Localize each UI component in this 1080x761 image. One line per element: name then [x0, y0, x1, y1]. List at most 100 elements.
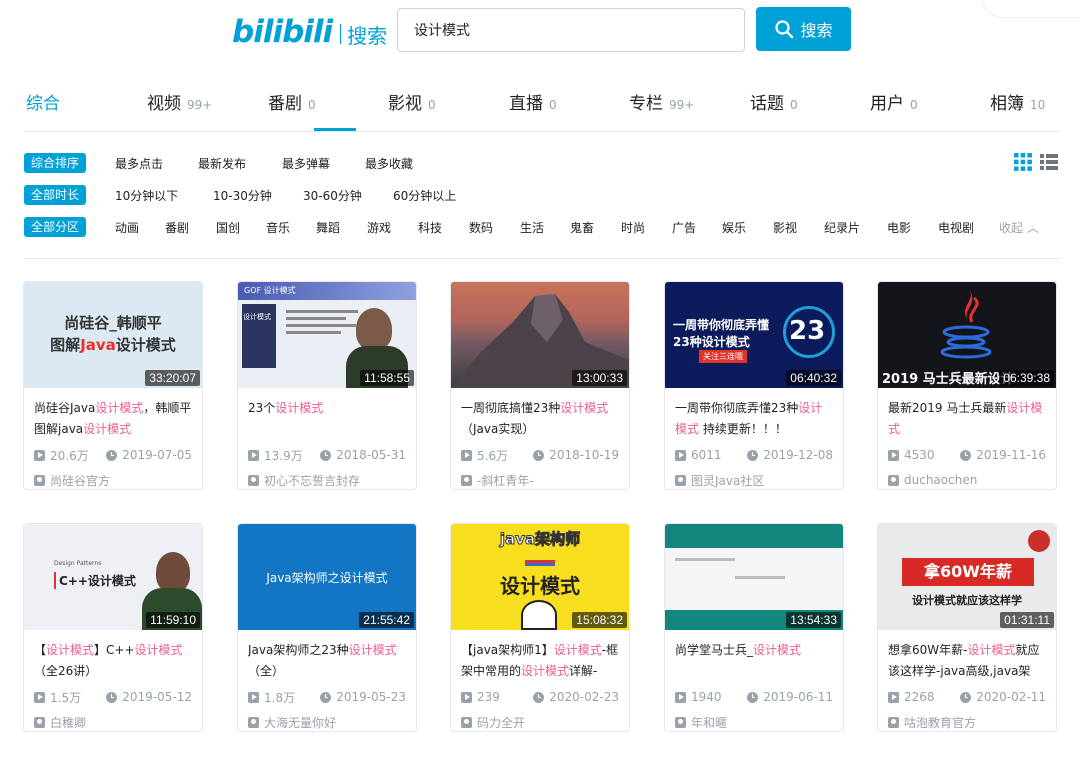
video-thumbnail[interactable]: Design Patterns C++设计模式 11:59:10	[24, 524, 202, 630]
video-card[interactable]: 一周带你彻底弄懂 23种设计模式 23 关注三连哦 06:40:32 一周带你彻…	[664, 281, 844, 490]
tab-article[interactable]: 专栏 99+	[629, 89, 694, 119]
zone-filter-item[interactable]: 动画	[115, 219, 139, 236]
play-icon	[888, 449, 899, 461]
zone-filter-item[interactable]: 鬼畜	[570, 219, 594, 236]
video-meta: 4530 2019-11-16	[888, 446, 1046, 464]
search-icon	[775, 20, 794, 39]
zone-filter-selected[interactable]: 全部分区	[24, 217, 87, 237]
zone-filter-item[interactable]: 游戏	[367, 219, 391, 236]
video-card[interactable]: Design Patterns C++设计模式 11:59:10 【设计模式】C…	[23, 523, 203, 732]
title-keyword: 设计模式	[560, 401, 609, 415]
video-thumbnail[interactable]: GOF 设计模式 设计模式 11:58:55	[238, 282, 416, 388]
zone-filter-item[interactable]: 音乐	[266, 219, 290, 236]
zone-filter-item[interactable]: 电影	[887, 219, 911, 236]
video-thumbnail[interactable]: 13:54:33	[665, 524, 843, 630]
tab-video[interactable]: 视频 99+	[147, 89, 212, 119]
video-thumbnail[interactable]: java架构师 设计模式 15:08:32	[451, 524, 629, 630]
title-keyword: 设计模式	[83, 422, 132, 436]
video-thumbnail[interactable]: 尚硅谷_韩顺平 图解Java设计模式 33:20:07	[24, 282, 202, 388]
video-title[interactable]: 最新2019 马士兵最新设计模式	[888, 398, 1046, 440]
play-count: 2268	[888, 690, 960, 704]
video-title[interactable]: Java架构师之23种设计模式 （全）	[248, 640, 406, 682]
video-card[interactable]: GOF 设计模式 设计模式 11:58:55 23个设计模式 13.9万 201…	[237, 281, 417, 490]
zone-filter-item[interactable]: 番剧	[165, 219, 189, 236]
zone-filter-item[interactable]: 娱乐	[722, 219, 746, 236]
bilibili-logo[interactable]: bilibili 搜索	[232, 14, 387, 50]
tab-album[interactable]: 相簿 10	[990, 89, 1045, 119]
video-title[interactable]: 【java架构师1】设计模式-框架中常用的设计模式详解-	[461, 640, 619, 682]
zone-filter-item[interactable]: 数码	[469, 219, 493, 236]
duration-filter-selected[interactable]: 全部时长	[24, 185, 87, 205]
grid-view-icon[interactable]	[1014, 153, 1032, 171]
uploader[interactable]: duchaochen	[888, 471, 1046, 489]
video-card[interactable]: Java架构师之设计模式 21:55:42 Java架构师之23种设计模式 （全）…	[237, 523, 417, 732]
uploader[interactable]: 初心不忘誓言封存	[248, 471, 406, 489]
uploader[interactable]: -斜杠青年-	[461, 471, 619, 489]
video-title[interactable]: 尚硅谷Java设计模式，韩顺平图解java设计模式	[34, 398, 192, 440]
order-filter-item[interactable]: 最多弹幕	[282, 155, 330, 172]
uploader[interactable]: 码力全开	[461, 713, 619, 731]
zone-filter-item[interactable]: 生活	[520, 219, 544, 236]
video-title[interactable]: 【设计模式】C++设计模式（全26讲）	[34, 640, 192, 682]
play-count: 239	[461, 690, 533, 704]
zone-filter-item[interactable]: 舞蹈	[316, 219, 340, 236]
uploader-name: duchaochen	[904, 473, 978, 487]
video-title[interactable]: 一周带你彻底弄懂23种设计模式 持续更新！！！	[675, 398, 833, 440]
order-filter-selected[interactable]: 综合排序	[24, 153, 87, 173]
video-card[interactable]: 尚硅谷_韩顺平 图解Java设计模式 33:20:07 尚硅谷Java设计模式，…	[23, 281, 203, 490]
duration-filter-item[interactable]: 30-60分钟	[303, 187, 362, 204]
zone-filter-item[interactable]: 电视剧	[938, 219, 974, 236]
upload-date-value: 2018-10-19	[549, 448, 619, 462]
video-thumbnail[interactable]: 13:00:33	[451, 282, 629, 388]
tab-topic[interactable]: 话题 0	[750, 89, 798, 119]
order-filter-item[interactable]: 最多点击	[115, 155, 163, 172]
video-title[interactable]: 23个设计模式	[248, 398, 406, 440]
zone-filter-item[interactable]: 科技	[418, 219, 442, 236]
duration-filter-item[interactable]: 10-30分钟	[213, 187, 272, 204]
tab-live[interactable]: 直播 0	[509, 89, 557, 119]
uploader[interactable]: 咕泡教育官方	[888, 713, 1046, 731]
video-thumbnail[interactable]: Java架构师之设计模式 21:55:42	[238, 524, 416, 630]
uploader[interactable]: 图灵Java社区	[675, 471, 833, 489]
video-card[interactable]: 2019 马士兵最新设计 06:39:38 最新2019 马士兵最新设计模式 4…	[877, 281, 1057, 490]
play-count-value: 5.6万	[477, 448, 509, 463]
video-duration: 21:55:42	[359, 612, 414, 628]
tab-label: 相簿	[990, 94, 1024, 114]
uploader[interactable]: 年和暱	[675, 713, 833, 731]
duration-filter-item[interactable]: 60分钟以上	[393, 187, 456, 204]
tab-movie[interactable]: 影视 0	[388, 89, 436, 119]
play-count: 6011	[675, 448, 747, 462]
tab-bangumi[interactable]: 番剧 0	[268, 89, 316, 119]
uploader[interactable]: 大海无量你好	[248, 713, 406, 731]
zone-collapse-toggle[interactable]: 收起 ︿	[999, 219, 1039, 236]
zone-filter-item[interactable]: 影视	[773, 219, 797, 236]
video-card[interactable]: java架构师 设计模式 15:08:32 【java架构师1】设计模式-框架中…	[450, 523, 630, 732]
uploader-name: 白稚卿	[50, 715, 87, 730]
video-title[interactable]: 想拿60W年薪-设计模式就应该这样学-java高级,java架	[888, 640, 1046, 682]
zone-filter-item[interactable]: 纪录片	[824, 219, 860, 236]
duration-filter-item[interactable]: 10分钟以下	[115, 187, 178, 204]
video-thumbnail[interactable]: 一周带你彻底弄懂 23种设计模式 23 关注三连哦 06:40:32	[665, 282, 843, 388]
uploader[interactable]: 白稚卿	[34, 713, 192, 731]
order-filter-item[interactable]: 最多收藏	[365, 155, 413, 172]
zone-filter-item[interactable]: 国创	[216, 219, 240, 236]
search-button[interactable]: 搜索	[756, 7, 851, 51]
video-title[interactable]: 一周彻底搞懂23种设计模式 （Java实现）	[461, 398, 619, 440]
search-input[interactable]	[397, 8, 745, 52]
video-card[interactable]: 13:00:33 一周彻底搞懂23种设计模式 （Java实现） 5.6万 2018…	[450, 281, 630, 490]
tab-all[interactable]: 综合	[26, 89, 60, 119]
zone-filter-item[interactable]: 时尚	[621, 219, 645, 236]
uploader[interactable]: 尚硅谷官方	[34, 471, 192, 489]
video-duration: 01:31:11	[1000, 612, 1054, 628]
video-title[interactable]: 尚学堂马士兵_设计模式	[675, 640, 833, 682]
play-icon	[888, 691, 899, 703]
video-card[interactable]: 13:54:33 尚学堂马士兵_设计模式 1940 2019-06-11 年和暱	[664, 523, 844, 732]
video-duration: 06:40:32	[786, 370, 841, 386]
video-thumbnail[interactable]: 2019 马士兵最新设计 06:39:38	[878, 282, 1056, 388]
zone-filter-item[interactable]: 广告	[672, 219, 696, 236]
list-view-icon[interactable]	[1040, 153, 1058, 171]
video-thumbnail[interactable]: 拿60W年薪 设计模式就应该这样学 01:31:11	[878, 524, 1056, 630]
video-card[interactable]: 拿60W年薪 设计模式就应该这样学 01:31:11 想拿60W年薪-设计模式就…	[877, 523, 1057, 732]
tab-user[interactable]: 用户 0	[870, 89, 918, 119]
order-filter-item[interactable]: 最新发布	[198, 155, 246, 172]
